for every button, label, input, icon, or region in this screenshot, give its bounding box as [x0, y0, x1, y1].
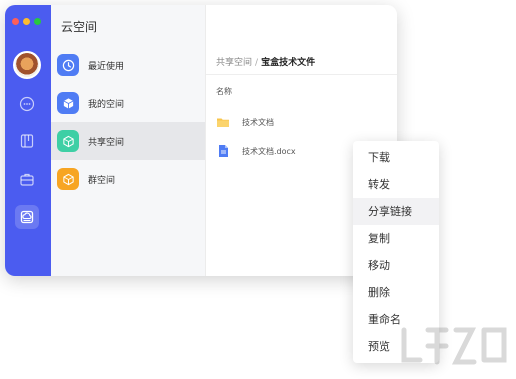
file-row-folder[interactable]: 技术文档	[216, 115, 274, 129]
file-name: 技术文档	[242, 117, 274, 127]
app-window: 云空间 最近使用 我的空间 共享空间 群空间 共享空间 / 宝盒技术文件 名称 …	[5, 5, 397, 276]
breadcrumb: 共享空间 / 宝盒技术文件	[216, 55, 315, 68]
close-window-button[interactable]	[12, 18, 19, 25]
space-nav: 云空间 最近使用 我的空间 共享空间 群空间	[51, 5, 206, 276]
group-cube-icon	[57, 168, 79, 190]
avatar[interactable]	[13, 51, 41, 79]
clock-icon	[57, 54, 79, 76]
nav-item-label: 最近使用	[88, 61, 125, 72]
breadcrumb-current: 宝盒技术文件	[261, 58, 316, 68]
nav-item-label: 共享空间	[88, 137, 125, 148]
menu-item-delete[interactable]: 删除	[353, 279, 439, 306]
cloud-drive-icon[interactable]	[15, 205, 39, 229]
file-row-docx[interactable]: 技术文档.docx	[216, 144, 296, 158]
column-header-name[interactable]: 名称	[216, 86, 232, 97]
briefcase-icon[interactable]	[18, 170, 36, 188]
file-name: 技术文档.docx	[242, 146, 296, 156]
menu-item-download[interactable]: 下载	[353, 144, 439, 171]
nav-item-my-space[interactable]: 我的空间	[51, 84, 205, 122]
book-icon[interactable]	[18, 132, 36, 150]
minimize-window-button[interactable]	[23, 18, 30, 25]
folder-icon	[216, 115, 230, 129]
nav-item-label: 群空间	[88, 175, 116, 186]
menu-item-move[interactable]: 移动	[353, 252, 439, 279]
cube-icon	[57, 92, 79, 114]
header-divider	[206, 74, 397, 75]
nav-item-label: 我的空间	[88, 99, 125, 110]
app-rail	[5, 5, 51, 276]
nav-title: 云空间	[61, 20, 98, 34]
chat-icon[interactable]	[18, 95, 36, 113]
docx-file-icon	[216, 144, 230, 158]
breadcrumb-separator: /	[255, 58, 259, 68]
maximize-window-button[interactable]	[34, 18, 41, 25]
shared-cube-icon	[57, 130, 79, 152]
nav-item-group-space[interactable]: 群空间	[51, 160, 205, 198]
nav-item-shared-space[interactable]: 共享空间	[51, 122, 205, 160]
window-controls	[12, 18, 41, 25]
menu-item-copy[interactable]: 复制	[353, 225, 439, 252]
space-nav-list: 最近使用 我的空间 共享空间 群空间	[51, 46, 205, 198]
nav-item-recent[interactable]: 最近使用	[51, 46, 205, 84]
menu-item-forward[interactable]: 转发	[353, 171, 439, 198]
menu-item-share-link[interactable]: 分享链接	[353, 198, 439, 225]
site-watermark-logo	[401, 327, 507, 365]
breadcrumb-parent[interactable]: 共享空间	[216, 58, 252, 68]
